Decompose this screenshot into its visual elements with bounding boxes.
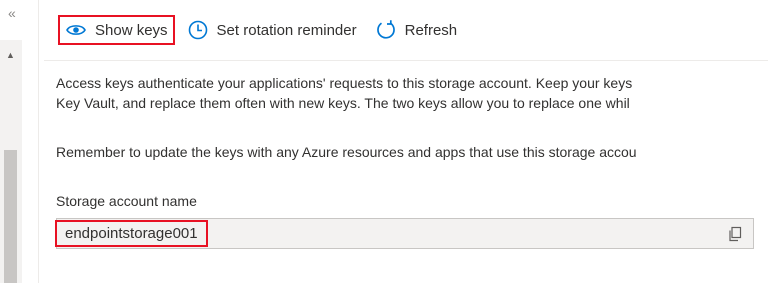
refresh-icon bbox=[375, 19, 397, 41]
copy-icon[interactable] bbox=[727, 226, 743, 242]
storage-access-keys-page: « ▲ Show keys Set rotation reminder Refr… bbox=[0, 0, 768, 283]
command-bar: Show keys Set rotation reminder Refresh bbox=[58, 12, 463, 48]
collapse-menu-icon[interactable]: « bbox=[8, 6, 16, 20]
show-keys-button[interactable]: Show keys bbox=[58, 15, 175, 45]
access-keys-description: Access keys authenticate your applicatio… bbox=[56, 73, 632, 113]
set-rotation-reminder-label: Set rotation reminder bbox=[216, 21, 357, 39]
refresh-button[interactable]: Refresh bbox=[369, 15, 464, 45]
refresh-label: Refresh bbox=[404, 21, 458, 39]
eye-icon bbox=[65, 19, 87, 41]
description-line-1: Access keys authenticate your applicatio… bbox=[56, 75, 633, 91]
storage-account-name-label: Storage account name bbox=[56, 193, 197, 209]
show-keys-label: Show keys bbox=[95, 21, 168, 39]
scroll-up-arrow-icon[interactable]: ▲ bbox=[6, 50, 15, 60]
storage-account-name-field[interactable]: endpointstorage001 bbox=[55, 218, 754, 249]
storage-account-name-value[interactable]: endpointstorage001 bbox=[55, 220, 208, 247]
panel-divider bbox=[38, 0, 39, 283]
update-keys-reminder-text: Remember to update the keys with any Azu… bbox=[56, 144, 637, 160]
clock-icon bbox=[187, 19, 209, 41]
set-rotation-reminder-button[interactable]: Set rotation reminder bbox=[181, 15, 363, 45]
scrollbar-thumb[interactable] bbox=[4, 150, 17, 283]
toolbar-divider bbox=[44, 60, 768, 61]
description-line-2: Key Vault, and replace them often with n… bbox=[56, 95, 630, 111]
